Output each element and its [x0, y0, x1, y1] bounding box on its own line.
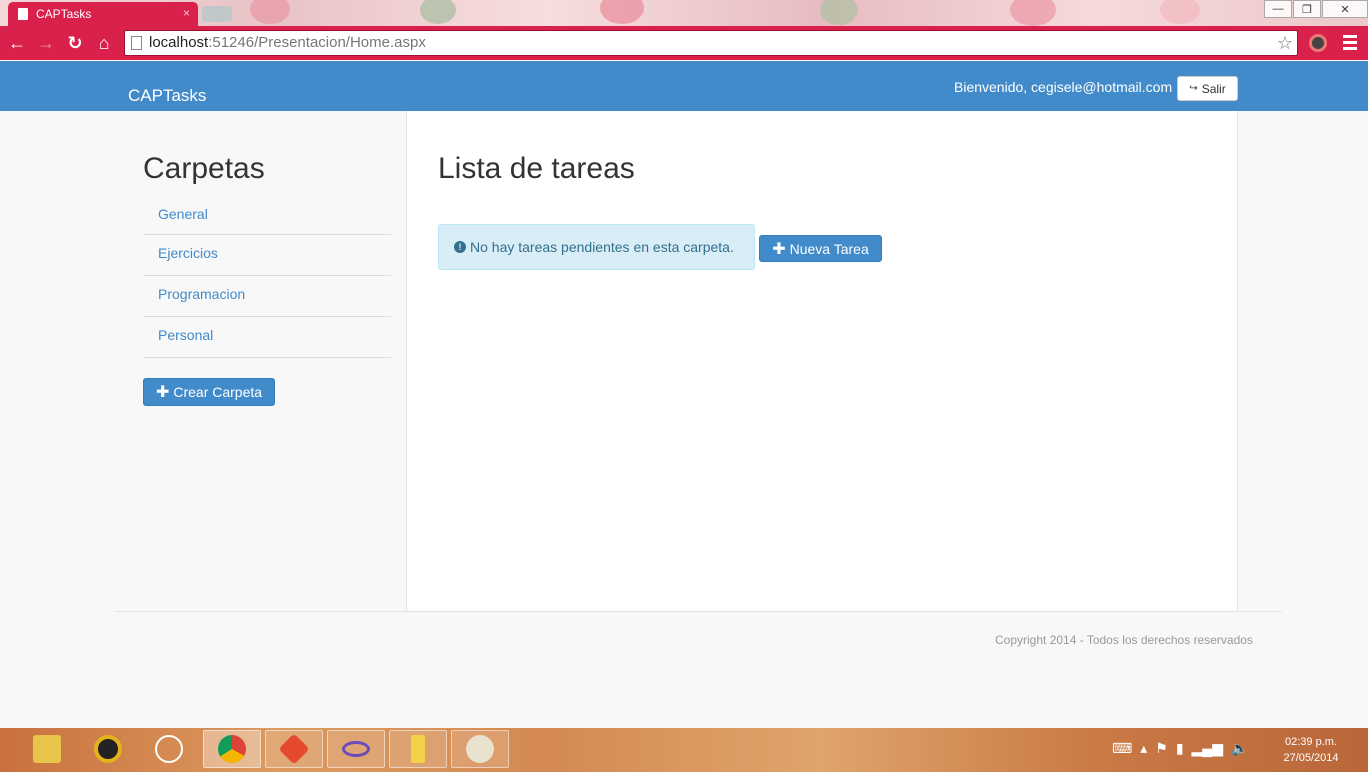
menu-icon[interactable]: [1343, 35, 1357, 53]
tab-close-icon[interactable]: ×: [183, 6, 190, 20]
browser-tab-strip: CAPTasks × — ❐ ✕: [0, 0, 1368, 26]
new-task-label: Nueva Tarea: [789, 240, 869, 257]
alert-text: No hay tareas pendientes en esta carpeta…: [470, 239, 734, 255]
bookmark-star-icon[interactable]: ☆: [1277, 31, 1293, 55]
system-tray: ⌨ ▴ ⚑ ▮ ▂▄▆ 🔈: [1112, 740, 1248, 757]
home-icon[interactable]: ⌂: [93, 33, 115, 53]
back-icon[interactable]: ←: [6, 33, 28, 53]
logout-icon: ↪: [1189, 83, 1198, 94]
decor-flower: [600, 0, 644, 24]
hp-icon[interactable]: [140, 730, 198, 768]
tray-expand-icon[interactable]: ▴: [1140, 740, 1147, 757]
decor-flower: [250, 0, 290, 24]
media-player-icon[interactable]: [79, 730, 137, 768]
page-icon: [18, 8, 28, 20]
decor-flower: [1010, 0, 1056, 26]
page-icon: [131, 36, 142, 50]
folders-sidebar: Carpetas General Ejercicios Programacion…: [143, 111, 391, 358]
folder-item-general[interactable]: General: [143, 200, 391, 235]
task-panel: Lista de tareas ! No hay tareas pendient…: [406, 111, 1238, 611]
brand-link[interactable]: CAPTasks: [128, 86, 206, 106]
chrome-icon[interactable]: [203, 730, 261, 768]
empty-tasks-alert: ! No hay tareas pendientes en esta carpe…: [438, 224, 755, 270]
url-host: localhost: [149, 34, 209, 51]
decor-flower: [1160, 0, 1200, 24]
decor-flower: [420, 0, 456, 24]
info-icon: !: [454, 241, 466, 253]
close-window-button[interactable]: ✕: [1322, 0, 1368, 18]
folder-item-programacion[interactable]: Programacion: [143, 276, 391, 317]
app-navbar: CAPTasks Bienvenido, cegisele@hotmail.co…: [0, 61, 1368, 111]
decor-flower: [820, 0, 858, 25]
folder-item-ejercicios[interactable]: Ejercicios: [143, 235, 391, 276]
battery-icon[interactable]: ▮: [1176, 740, 1184, 757]
window-controls: — ❐ ✕: [1263, 0, 1368, 18]
minimize-button[interactable]: —: [1264, 0, 1292, 18]
paint-palette-icon[interactable]: [451, 730, 509, 768]
clock-time: 02:39 p.m.: [1285, 736, 1337, 748]
extension-icon[interactable]: [1309, 34, 1327, 52]
footer-divider: [114, 611, 1282, 612]
browser-toolbar: ← → ↻ ⌂ localhost:51246/Presentacion/Hom…: [0, 26, 1368, 60]
logout-label: Salir: [1201, 81, 1226, 96]
create-folder-button[interactable]: ✚ Crear Carpeta: [143, 378, 275, 406]
new-task-button[interactable]: ✚ Nueva Tarea: [759, 235, 882, 262]
paint-tool-icon[interactable]: [389, 730, 447, 768]
plus-icon: ✚: [155, 384, 170, 401]
page-title: Lista de tareas: [438, 152, 635, 185]
address-bar[interactable]: localhost:51246/Presentacion/Home.aspx ☆: [124, 30, 1298, 56]
create-folder-label: Crear Carpeta: [173, 384, 263, 400]
url-path: :51246/Presentacion/Home.aspx: [208, 34, 426, 51]
tab-title: CAPTasks: [36, 7, 92, 21]
visual-studio-icon[interactable]: [327, 730, 385, 768]
plus-icon: ✚: [772, 240, 786, 258]
keyboard-icon[interactable]: ⌨: [1112, 740, 1132, 757]
git-icon[interactable]: [265, 730, 323, 768]
reload-icon[interactable]: ↻: [64, 33, 86, 53]
taskbar-clock[interactable]: 02:39 p.m. 27/05/2014: [1276, 734, 1346, 766]
volume-icon[interactable]: 🔈: [1231, 740, 1248, 757]
network-icon[interactable]: ▂▄▆: [1192, 740, 1223, 757]
new-tab-button[interactable]: [202, 6, 232, 22]
copyright-text: Copyright 2014 - Todos los derechos rese…: [995, 633, 1253, 647]
folders-title: Carpetas: [143, 152, 265, 185]
forward-icon[interactable]: →: [35, 33, 57, 53]
clock-date: 27/05/2014: [1283, 752, 1339, 764]
browser-tab[interactable]: CAPTasks ×: [8, 2, 198, 26]
flag-icon[interactable]: ⚑: [1155, 740, 1168, 757]
folder-item-personal[interactable]: Personal: [143, 317, 391, 358]
welcome-text: Bienvenido, cegisele@hotmail.com: [954, 79, 1173, 95]
folder-list: General Ejercicios Programacion Personal: [143, 200, 391, 358]
windows-taskbar: ⌨ ▴ ⚑ ▮ ▂▄▆ 🔈: [0, 728, 1368, 772]
restore-button[interactable]: ❐: [1293, 0, 1321, 18]
logout-button[interactable]: ↪ Salir: [1177, 76, 1238, 101]
file-explorer-icon[interactable]: [18, 730, 76, 768]
